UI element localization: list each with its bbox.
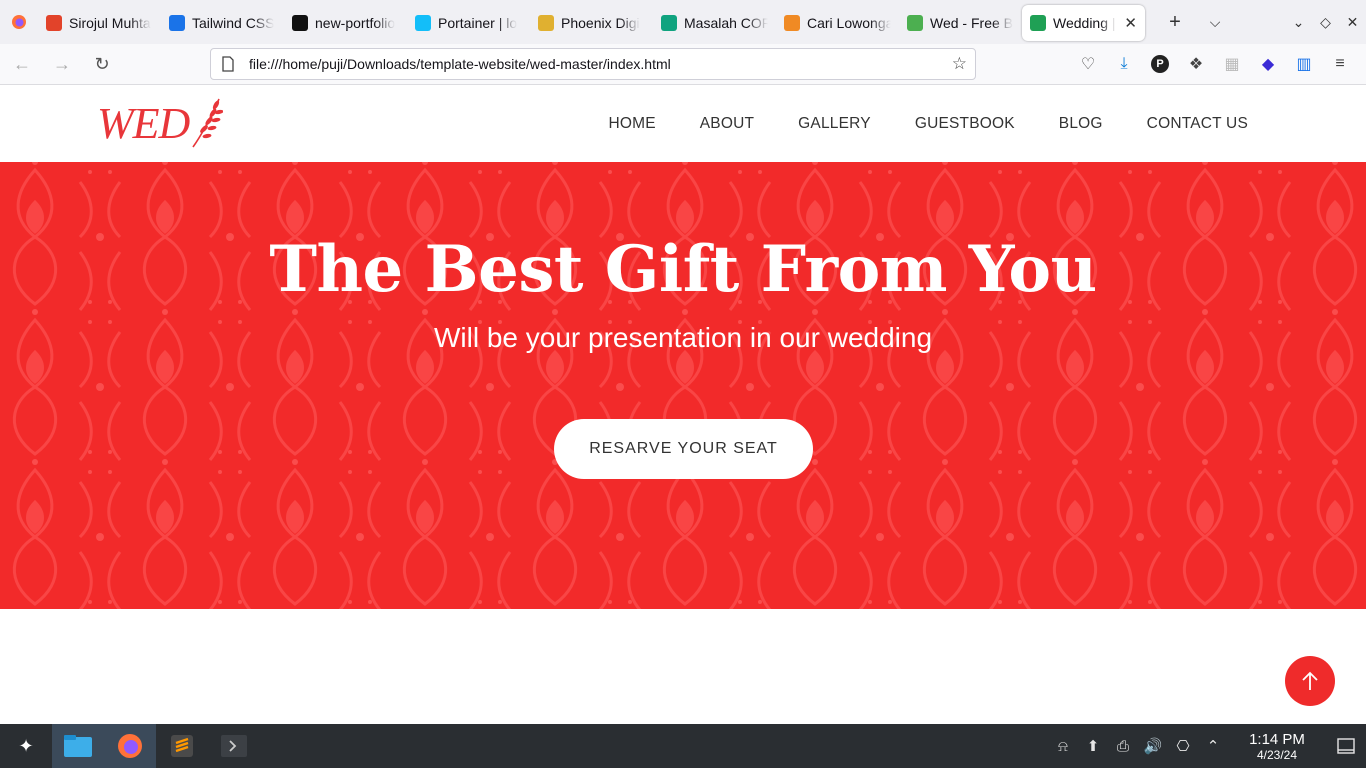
menu-about[interactable]: ABOUT [700, 115, 754, 133]
download-icon[interactable]: ⤓ [1106, 48, 1142, 80]
menu-icon[interactable]: ≡ [1322, 48, 1358, 80]
logo-text: WED [97, 98, 190, 148]
terminal-icon[interactable] [208, 724, 260, 768]
expand-tray-icon[interactable]: ⌃ [1198, 737, 1228, 755]
show-desktop-button[interactable] [1326, 738, 1366, 754]
tab-title: Phoenix Digi [561, 15, 640, 31]
bookmark-icon [784, 15, 800, 31]
page-content-area [0, 609, 1366, 724]
notifications-icon[interactable]: ⍾ [1048, 738, 1078, 755]
os-taskbar: ✦ ⍾ ⬆ ⎙ 🔊 ⎔ ⌃ 1:14 PM 4/23/24 [0, 724, 1366, 768]
maximize-icon[interactable]: ◇ [1312, 14, 1339, 31]
tab-title: Portainer | lo [438, 15, 518, 31]
clipboard-icon[interactable]: ⎙ [1108, 738, 1138, 755]
file-manager-icon[interactable] [52, 724, 104, 768]
browser-tab[interactable]: Tailwind CSS [161, 5, 284, 41]
app-launcher-icon[interactable]: ✦ [0, 724, 52, 768]
menu-blog[interactable]: BLOG [1059, 115, 1103, 133]
firefox-taskbar-icon[interactable] [104, 724, 156, 768]
tab-title: Cari Lowonga [807, 15, 891, 31]
new-tab-button[interactable]: + [1155, 11, 1195, 34]
minimize-icon[interactable]: ⌄ [1285, 14, 1312, 31]
network-icon[interactable]: ⎔ [1168, 737, 1198, 755]
close-tab-icon[interactable]: ✕ [1124, 14, 1137, 32]
menu-home[interactable]: HOME [608, 115, 655, 133]
diamond-extension-icon[interactable]: ◆ [1250, 48, 1286, 80]
browser-nav-bar: ← → ↻ file:///home/puji/Downloads/templa… [0, 44, 1366, 85]
check-circle-icon [1030, 15, 1046, 31]
damask-pattern-background [0, 162, 1366, 609]
phoenix-icon [538, 15, 554, 31]
scroll-to-top-button[interactable] [1285, 656, 1335, 706]
sidebar-extension-icon[interactable]: ▥ [1286, 48, 1322, 80]
tab-title: Wed - Free B [930, 15, 1013, 31]
tab-title: Tailwind CSS [192, 15, 275, 31]
desktop-icon [1337, 738, 1355, 754]
openai-icon [661, 15, 677, 31]
browser-tab[interactable]: Wed - Free B [899, 5, 1022, 41]
updates-icon[interactable]: ⬆ [1078, 737, 1108, 755]
forward-button[interactable]: → [44, 48, 80, 80]
profile-extension-icon[interactable]: P [1142, 48, 1178, 80]
browser-tab[interactable]: Wedding | ✕ [1022, 5, 1145, 41]
portainer-icon [415, 15, 431, 31]
back-button[interactable]: ← [4, 48, 40, 80]
site-header: WED HOME ABOUT GALLERY GUESTBOOK BLOG CO… [0, 85, 1366, 162]
browser-tab-bar: Sirojul Muhta Tailwind CSS new-portfolio Po… [0, 0, 1366, 44]
clock-date: 4/23/24 [1256, 747, 1298, 762]
browser-tab[interactable]: Portainer | lo [407, 5, 530, 41]
menu-guestbook[interactable]: GUESTBOOK [915, 115, 1015, 133]
close-window-icon[interactable]: ✕ [1339, 14, 1366, 31]
tab-title: Sirojul Muhta [69, 15, 151, 31]
system-tray: ⍾ ⬆ ⎙ 🔊 ⎔ ⌃ 1:14 PM 4/23/24 [1048, 724, 1366, 768]
hero-subtitle: Will be your presentation in our wedding [433, 322, 933, 353]
url-text[interactable]: file:///home/puji/Downloads/template-web… [249, 56, 671, 72]
reload-button[interactable]: ↻ [84, 48, 120, 80]
browser-tab[interactable]: Phoenix Digi [530, 5, 653, 41]
address-bar[interactable]: file:///home/puji/Downloads/template-web… [210, 48, 976, 80]
tab-title: Masalah COR [684, 15, 768, 31]
clock-time: 1:14 PM [1249, 730, 1305, 748]
volume-icon[interactable]: 🔊 [1138, 737, 1168, 755]
browser-tab[interactable]: Masalah COR [653, 5, 776, 41]
github-icon [292, 15, 308, 31]
list-tabs-chevron-icon[interactable]: ⌵ [1195, 14, 1235, 31]
leaf-icon [907, 15, 923, 31]
firefox-icon [12, 15, 26, 29]
wheat-leaf-icon [192, 98, 224, 148]
site-logo[interactable]: WED [97, 95, 224, 151]
browser-tab[interactable]: Cari Lowonga [776, 5, 899, 41]
play-icon [169, 15, 185, 31]
hero-title: The Best Gift From You [269, 232, 1097, 307]
main-menu: HOME ABOUT GALLERY GUESTBOOK BLOG CONTAC… [564, 85, 1248, 162]
tab-title: new-portfolio [315, 15, 396, 31]
arrow-up-icon [1302, 671, 1318, 690]
menu-contact-us[interactable]: CONTACT US [1147, 115, 1248, 133]
gitlab-icon [46, 15, 62, 31]
tab-title: Wedding | [1053, 15, 1116, 31]
reserve-seat-button[interactable]: RESARVE YOUR SEAT [554, 419, 813, 479]
firefox-view-button[interactable] [0, 0, 38, 44]
file-icon [222, 56, 234, 72]
sublime-text-icon[interactable] [156, 724, 208, 768]
browser-tab[interactable]: Sirojul Muhta [38, 5, 161, 41]
grid-extension-icon[interactable]: ▦ [1214, 48, 1250, 80]
browser-tab[interactable]: new-portfolio [284, 5, 407, 41]
clock[interactable]: 1:14 PM 4/23/24 [1234, 731, 1320, 762]
menu-gallery[interactable]: GALLERY [798, 115, 871, 133]
pocket-icon[interactable]: ♡ [1070, 48, 1106, 80]
extensions-icon[interactable]: ❖ [1178, 48, 1214, 80]
bookmark-star-icon[interactable]: ☆ [952, 54, 967, 74]
hero-banner: The Best Gift From You Will be your pres… [0, 162, 1366, 609]
